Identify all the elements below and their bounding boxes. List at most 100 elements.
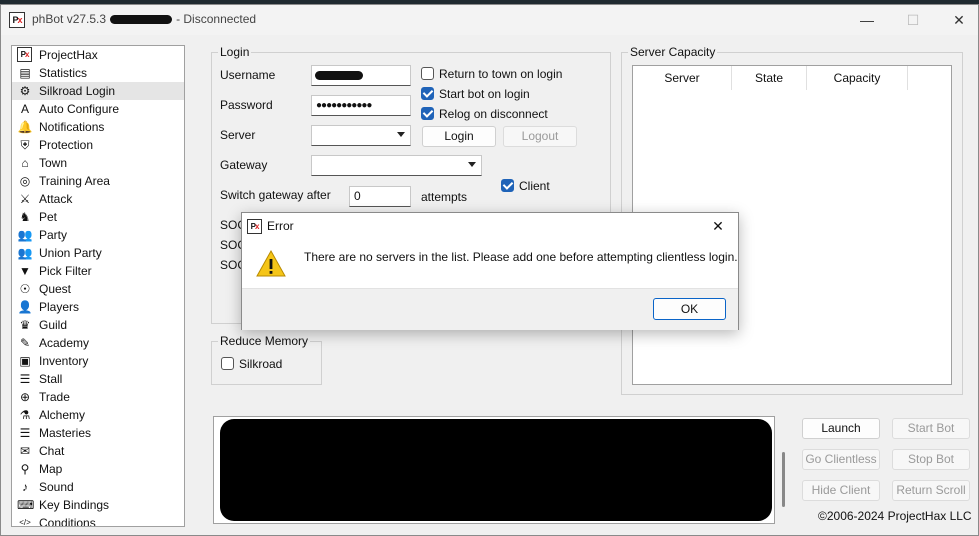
hide-client-button[interactable]: Hide Client [802, 480, 880, 501]
bell-icon: 🔔 [17, 120, 33, 134]
nav-item-union-party[interactable]: 👥 Union Party [12, 244, 184, 262]
nav-item-label: Chat [39, 444, 65, 458]
relog-on-disconnect-checkbox[interactable]: Relog on disconnect [421, 107, 548, 121]
nav-item-attack[interactable]: ⚔ Attack [12, 190, 184, 208]
nav-item-training-area[interactable]: ◎ Training Area [12, 172, 184, 190]
checkbox-label: Silkroad [239, 357, 283, 371]
checkbox-box [221, 357, 234, 370]
start-bot-button[interactable]: Start Bot [892, 418, 970, 439]
nav-item-label: Alchemy [39, 408, 86, 422]
password-label: Password [220, 98, 273, 112]
minimize-button[interactable]: — [844, 5, 890, 35]
nav-item-label: Map [39, 462, 63, 476]
column-header-server[interactable]: Server [633, 66, 732, 90]
nav-item-town[interactable]: ⌂ Town [12, 154, 184, 172]
nav-item-silkroad-login[interactable]: ⚙ Silkroad Login [12, 82, 184, 100]
nav-item-players[interactable]: 👤 Players [12, 298, 184, 316]
nav-item-protection[interactable]: ⛨ Protection [12, 136, 184, 154]
target-icon: ◎ [19, 174, 31, 188]
maximize-button[interactable]: ☐ [890, 5, 936, 35]
nav-item-conditions[interactable]: </> Conditions [12, 514, 184, 527]
nav-item-label: Inventory [39, 354, 89, 368]
app-name: phBot v27.5.3 [32, 12, 107, 26]
dialog-footer: OK [242, 288, 738, 330]
close-window-button[interactable]: ✕ [936, 5, 979, 35]
silkroad-memory-checkbox[interactable]: Silkroad [221, 357, 282, 371]
alchemy-icon: ⚗ [19, 408, 31, 422]
nav-item-masteries[interactable]: ☰ Masteries [12, 424, 184, 442]
party-icon: 👥 [17, 228, 33, 242]
nav-item-label: Masteries [39, 426, 92, 440]
return-to-town-checkbox[interactable]: Return to town on login [421, 67, 562, 81]
nav-item-party[interactable]: 👥 Party [12, 226, 184, 244]
checkbox-box [501, 179, 514, 192]
checkbox-label: Relog on disconnect [439, 107, 548, 121]
nav-item-statistics[interactable]: ▤ Statistics [12, 64, 184, 82]
auto-a-icon: A [20, 102, 29, 116]
switch-gateway-attempts-field[interactable]: 0 [349, 186, 411, 207]
column-header-capacity[interactable]: Capacity [807, 66, 908, 90]
nav-item-label: Guild [39, 318, 68, 332]
dialog-close-button[interactable]: ✕ [706, 215, 730, 237]
nav-item-quest[interactable]: ☉ Quest [12, 280, 184, 298]
logout-button[interactable]: Logout [503, 126, 577, 147]
password-field[interactable]: ●●●●●●●●●●● [311, 95, 411, 116]
log-console[interactable] [213, 416, 775, 524]
copyright-text: ©2006-2024 ProjectHax LLC [818, 509, 972, 523]
sword-icon: ⚔ [19, 192, 31, 206]
login-button[interactable]: Login [422, 126, 496, 147]
nav-item-map[interactable]: ⚲ Map [12, 460, 184, 478]
nav-item-label: Trade [39, 390, 70, 404]
players-icon: 👤 [17, 300, 33, 314]
reduce-memory-group-title: Reduce Memory [218, 334, 311, 348]
nav-item-chat[interactable]: ✉ Chat [12, 442, 184, 460]
nav-item-key-bindings[interactable]: ⌨ Key Bindings [12, 496, 184, 514]
console-scrollbar[interactable] [782, 452, 785, 507]
chart-icon: ▤ [19, 66, 31, 80]
nav-item-auto-configure[interactable]: A Auto Configure [12, 100, 184, 118]
redacted-character-name [110, 15, 173, 25]
nav-item-label: Stall [39, 372, 63, 386]
ok-button[interactable]: OK [653, 298, 726, 320]
nav-item-projecthax[interactable]: Px ProjectHax [12, 46, 184, 64]
stop-bot-button[interactable]: Stop Bot [892, 449, 970, 470]
nav-item-label: Union Party [39, 246, 102, 260]
return-scroll-button[interactable]: Return Scroll [892, 480, 970, 501]
checkbox-box [421, 87, 434, 100]
nav-item-label: Conditions [39, 516, 96, 527]
nav-item-label: Protection [39, 138, 94, 152]
launch-button[interactable]: Launch [802, 418, 880, 439]
username-field[interactable] [311, 65, 411, 86]
nav-item-stall[interactable]: ☰ Stall [12, 370, 184, 388]
server-dropdown[interactable] [311, 125, 411, 146]
dialog-message: There are no servers in the list. Please… [304, 250, 738, 264]
nav-item-academy[interactable]: ✎ Academy [12, 334, 184, 352]
start-bot-on-login-checkbox[interactable]: Start bot on login [421, 87, 530, 101]
column-header-state[interactable]: State [732, 66, 807, 90]
gateway-dropdown[interactable] [311, 155, 482, 176]
checkbox-box [421, 67, 434, 80]
nav-item-label: Academy [39, 336, 90, 350]
stall-icon: ☰ [19, 372, 31, 386]
checkbox-label: Return to town on login [439, 67, 563, 81]
nav-item-notifications[interactable]: 🔔 Notifications [12, 118, 184, 136]
nav-item-pet[interactable]: ♞ Pet [12, 208, 184, 226]
title-bar: Px phBot v27.5.3 - Disconnected — ☐ ✕ [1, 5, 978, 35]
attempts-label: attempts [421, 190, 468, 204]
nav-item-sound[interactable]: ♪ Sound [12, 478, 184, 496]
checkbox-label: Start bot on login [439, 87, 530, 101]
nav-item-pick-filter[interactable]: ▼ Pick Filter [12, 262, 184, 280]
client-checkbox[interactable]: Client [501, 179, 550, 193]
chevron-down-icon [397, 132, 405, 137]
nav-item-trade[interactable]: ⊕ Trade [12, 388, 184, 406]
nav-item-label: Quest [39, 282, 72, 296]
navigation-tree[interactable]: Px ProjectHax ▤ Statistics ⚙ Silkroad Login A A… [11, 45, 185, 527]
go-clientless-button[interactable]: Go Clientless [802, 449, 880, 470]
nav-item-inventory[interactable]: ▣ Inventory [12, 352, 184, 370]
nav-item-alchemy[interactable]: ⚗ Alchemy [12, 406, 184, 424]
academy-icon: ✎ [19, 336, 31, 350]
nav-item-label: Pet [39, 210, 58, 224]
redacted-username [315, 71, 363, 80]
nav-item-guild[interactable]: ♛ Guild [12, 316, 184, 334]
nav-item-label: ProjectHax [39, 48, 98, 62]
